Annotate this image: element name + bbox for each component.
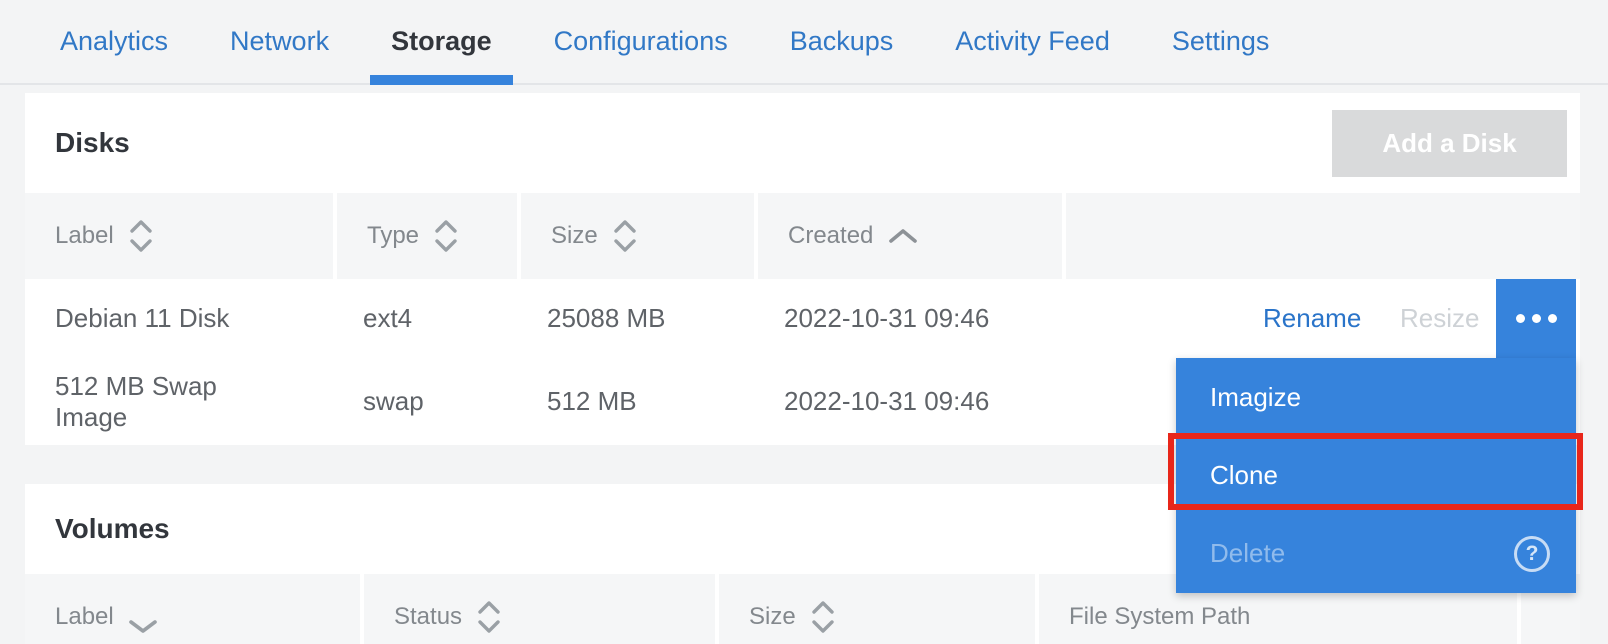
- volumes-header-fs-path-text: File System Path: [1069, 603, 1250, 631]
- menu-item-delete-text: Delete: [1210, 538, 1285, 569]
- disks-title: Disks: [55, 127, 130, 159]
- storage-page: Analytics Network Storage Configurations…: [0, 0, 1608, 644]
- volumes-header-label-text: Label: [55, 603, 114, 631]
- sort-both-icon: [433, 218, 459, 254]
- tab-activity-feed[interactable]: Activity Feed: [955, 0, 1110, 83]
- ellipsis-menu-button[interactable]: [1496, 279, 1576, 358]
- disk-type-cell: ext4: [333, 279, 517, 358]
- volumes-header-size[interactable]: Size: [715, 574, 1035, 644]
- tab-bar: Analytics Network Storage Configurations…: [0, 0, 1608, 85]
- disks-header-created[interactable]: Created: [754, 193, 1062, 279]
- sort-both-icon: [810, 599, 836, 635]
- disks-header-actions: [1062, 193, 1580, 279]
- tab-storage[interactable]: Storage: [391, 0, 492, 83]
- sort-both-icon: [128, 218, 154, 254]
- tab-analytics[interactable]: Analytics: [60, 0, 168, 83]
- volumes-header-label[interactable]: Label: [25, 574, 360, 644]
- volumes-header-status-text: Status: [394, 603, 462, 631]
- menu-item-delete[interactable]: Delete ?: [1176, 515, 1576, 593]
- volumes-header-size-text: Size: [749, 603, 796, 631]
- disk-created-cell: 2022-10-31 09:46: [754, 358, 1062, 445]
- disk-size-cell: 25088 MB: [517, 279, 754, 358]
- disks-table-header: Label Type Size Created: [25, 193, 1580, 279]
- ellipsis-dot: [1532, 314, 1541, 323]
- disks-header-type[interactable]: Type: [333, 193, 517, 279]
- volumes-title: Volumes: [55, 513, 170, 545]
- disks-header-label[interactable]: Label: [25, 193, 333, 279]
- sort-descending-icon: [128, 618, 158, 635]
- ellipsis-dot: [1516, 314, 1525, 323]
- disks-header-size[interactable]: Size: [517, 193, 754, 279]
- disk-actions-dropdown: Imagize Clone Delete ?: [1176, 358, 1576, 593]
- disk-size-cell: 512 MB: [517, 358, 754, 445]
- menu-item-clone[interactable]: Clone: [1176, 436, 1576, 514]
- tab-settings[interactable]: Settings: [1172, 0, 1270, 83]
- resize-link-disabled[interactable]: Resize: [1400, 279, 1479, 358]
- tab-backups[interactable]: Backups: [790, 0, 894, 83]
- tab-network[interactable]: Network: [230, 0, 329, 83]
- disks-header-created-text: Created: [788, 222, 873, 250]
- disks-header-type-text: Type: [367, 222, 419, 250]
- disk-type-cell: swap: [333, 358, 517, 445]
- disk-created-cell: 2022-10-31 09:46: [754, 279, 1062, 358]
- menu-item-imagize[interactable]: Imagize: [1176, 358, 1576, 436]
- sort-both-icon: [612, 218, 638, 254]
- volumes-header-status[interactable]: Status: [360, 574, 715, 644]
- disks-header-size-text: Size: [551, 222, 598, 250]
- sort-both-icon: [476, 599, 502, 635]
- disk-label-text: 512 MB Swap Image: [55, 371, 225, 433]
- help-circle-icon[interactable]: ?: [1514, 536, 1550, 572]
- disk-label-cell: 512 MB Swap Image: [25, 358, 333, 445]
- disk-label-cell: Debian 11 Disk: [25, 279, 333, 358]
- tab-configurations[interactable]: Configurations: [554, 0, 728, 83]
- add-a-disk-button[interactable]: Add a Disk: [1332, 110, 1567, 177]
- sort-ascending-icon: [887, 227, 919, 245]
- disks-header-label-text: Label: [55, 222, 114, 250]
- rename-link[interactable]: Rename: [1263, 279, 1361, 358]
- ellipsis-dot: [1548, 314, 1557, 323]
